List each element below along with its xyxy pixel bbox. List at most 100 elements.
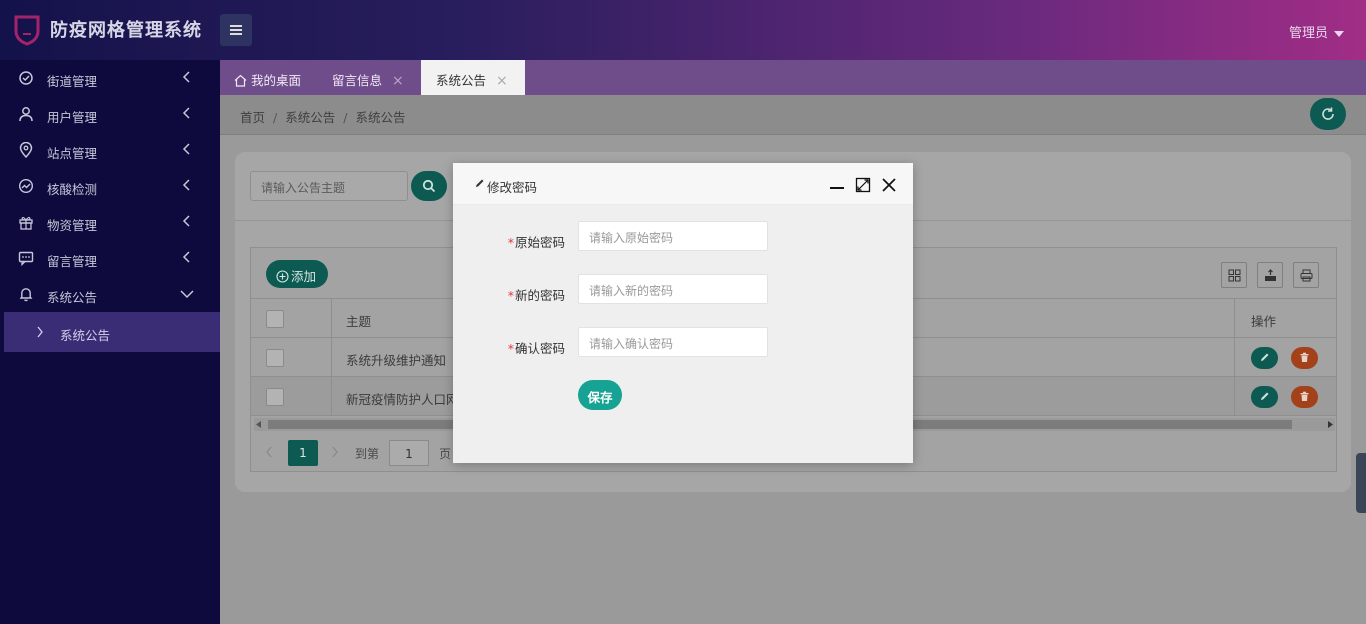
trash-icon — [1300, 391, 1309, 401]
dialog-title: 修改密码 — [487, 180, 538, 195]
trash-icon — [1300, 352, 1309, 362]
chevron-left-icon — [182, 179, 190, 191]
delete-button[interactable] — [1291, 386, 1318, 408]
sidebar-subitem-label: 系统公告 — [60, 328, 111, 343]
breadcrumb-home[interactable]: 首页 — [240, 110, 265, 125]
sidebar-item-label: 用户管理 — [47, 110, 98, 125]
sidebar-item-messages[interactable]: 留言管理 — [0, 240, 220, 276]
sidebar-item-label: 留言管理 — [47, 254, 98, 269]
chevron-left-icon — [182, 215, 190, 227]
breadcrumb-item[interactable]: 系统公告 — [285, 110, 335, 125]
user-name: 管理员 — [1288, 26, 1328, 41]
columns-filter-button[interactable] — [1221, 262, 1247, 288]
confirm-password-label: *确认密码 — [507, 341, 565, 356]
user-icon — [19, 107, 33, 122]
tab-label: 留言信息 — [332, 73, 383, 88]
trend-chart-icon — [18, 178, 34, 194]
message-icon — [18, 251, 34, 266]
sidebar-item-nucleic-test[interactable]: 核酸检测 — [0, 168, 220, 204]
goto-label: 到第 — [355, 447, 380, 461]
delete-button[interactable] — [1291, 347, 1318, 369]
change-password-dialog: 修改密码 *原始密码 请输入原始密码 *新的密码 请输入新的密码 *确认密码 请… — [453, 163, 913, 463]
shield-logo-icon — [14, 15, 40, 46]
next-page-icon[interactable] — [331, 446, 339, 458]
search-button[interactable] — [411, 171, 447, 201]
sidebar-item-label: 物资管理 — [47, 218, 98, 233]
app-title: 防疫网格管理系统 — [50, 20, 202, 41]
pencil-icon — [1261, 353, 1269, 361]
breadcrumb-current: 系统公告 — [355, 110, 406, 125]
sidebar-item-label: 站点管理 — [47, 146, 98, 161]
page-number-current[interactable]: 1 — [288, 440, 318, 466]
dialog-header: 修改密码 — [453, 163, 913, 205]
row-checkbox[interactable] — [266, 349, 284, 367]
goto-page-input[interactable]: 1 — [389, 440, 429, 466]
sidebar-item-sites[interactable]: 站点管理 — [0, 132, 220, 168]
sidebar-item-label: 街道管理 — [47, 74, 98, 89]
hamburger-icon — [230, 25, 242, 27]
caret-down-icon — [1334, 30, 1344, 37]
row-checkbox[interactable] — [266, 388, 284, 406]
plus-circle-icon — [276, 270, 289, 283]
chevron-right-icon — [37, 326, 43, 338]
home-icon — [234, 74, 247, 87]
close-icon[interactable] — [881, 177, 897, 193]
sidebar-item-label: 核酸检测 — [47, 182, 98, 197]
tab-label: 我的桌面 — [251, 73, 302, 88]
chevron-down-icon — [180, 290, 194, 299]
print-button[interactable] — [1293, 262, 1319, 288]
original-password-label: *原始密码 — [507, 235, 565, 250]
minimize-icon[interactable] — [829, 177, 845, 193]
save-button[interactable]: 保存 — [578, 380, 622, 410]
pencil-icon — [1261, 392, 1269, 400]
sidebar-item-label: 系统公告 — [47, 290, 98, 305]
sidebar-subitem-announcements[interactable]: 系统公告 — [4, 312, 220, 352]
tab-bar: 我的桌面 留言信息 × 系统公告 × — [220, 60, 1366, 95]
chevron-left-icon — [182, 107, 190, 119]
edit-button[interactable] — [1251, 386, 1278, 408]
search-input[interactable]: 请输入公告主题 — [250, 171, 408, 201]
sidebar-item-users[interactable]: 用户管理 — [0, 96, 220, 132]
grid-icon — [1228, 269, 1241, 282]
sidebar-item-supplies[interactable]: 物资管理 — [0, 204, 220, 240]
scroll-right-icon[interactable] — [1327, 421, 1333, 428]
circle-check-icon — [19, 71, 33, 85]
new-password-label: *新的密码 — [507, 288, 565, 303]
edit-button[interactable] — [1251, 347, 1278, 369]
sidebar-item-announcements[interactable]: 系统公告 — [0, 276, 220, 312]
new-password-input[interactable]: 请输入新的密码 — [578, 274, 768, 304]
confirm-password-input[interactable]: 请输入确认密码 — [578, 327, 768, 357]
row-subject: 新冠疫情防护人口网 — [346, 392, 459, 407]
column-header-actions: 操作 — [1251, 314, 1277, 329]
pencil-icon — [476, 179, 484, 187]
user-menu[interactable]: 管理员 — [1289, 22, 1344, 41]
menu-toggle-button[interactable] — [220, 14, 252, 46]
tab-my-desktop[interactable]: 我的桌面 — [234, 60, 330, 95]
tab-message-info[interactable]: 留言信息 × — [332, 60, 428, 95]
maximize-icon[interactable] — [855, 177, 871, 193]
column-header-subject[interactable]: 主题 — [346, 311, 371, 330]
sidebar-item-street[interactable]: 街道管理 — [0, 60, 220, 96]
breadcrumb-bar: 首页 / 系统公告 / 系统公告 — [220, 95, 1366, 135]
top-header: 防疫网格管理系统 管理员 — [0, 0, 1366, 60]
refresh-button[interactable] — [1310, 98, 1346, 130]
breadcrumb: 首页 / 系统公告 / 系统公告 — [240, 110, 406, 125]
sidebar: 街道管理 用户管理 站点管理 核酸检测 物资管理 留言管理 系统公告 系统公告 — [0, 60, 220, 624]
page-unit-label: 页 — [439, 447, 452, 461]
select-all-checkbox[interactable] — [266, 310, 284, 328]
refresh-icon — [1322, 107, 1334, 120]
add-button-label: 添加 — [291, 269, 317, 284]
chevron-left-icon — [182, 251, 190, 263]
side-widget[interactable] — [1356, 453, 1366, 513]
original-password-input[interactable]: 请输入原始密码 — [578, 221, 768, 251]
chevron-left-icon — [182, 143, 190, 155]
prev-page-icon[interactable] — [265, 446, 273, 458]
export-icon — [1265, 269, 1276, 281]
location-pin-icon — [19, 142, 33, 158]
export-button[interactable] — [1257, 262, 1283, 288]
scroll-left-icon[interactable] — [256, 421, 262, 428]
close-tab-icon[interactable]: × — [496, 73, 508, 89]
close-tab-icon[interactable]: × — [392, 73, 404, 89]
tab-announcements[interactable]: 系统公告 × — [421, 60, 525, 95]
add-button[interactable]: 添加 — [266, 260, 328, 288]
